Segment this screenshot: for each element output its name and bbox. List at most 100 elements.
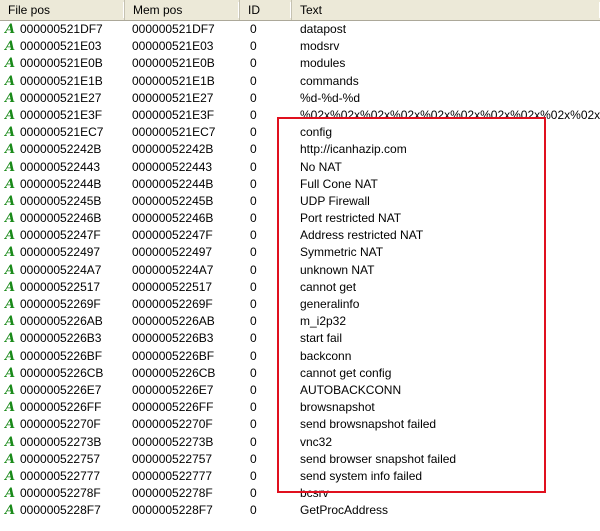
- mem-pos-cell: 0000005224A7: [132, 262, 214, 277]
- file-pos-cell: 000000521E03: [20, 39, 102, 54]
- file-pos-cell: 00000052273B: [20, 434, 102, 449]
- text-cell: %02x%02x%02x%02x%02x%02x%02x%02x%02x%02x: [300, 107, 600, 122]
- file-pos-cell: 00000052269F: [20, 297, 101, 311]
- text-cell: backconn: [300, 348, 352, 363]
- text-cell: No NAT: [300, 159, 342, 174]
- table-row[interactable]: A 0000005226B3 0000005226B3 0 start fail: [0, 330, 600, 347]
- file-pos-cell: 000000521EC7: [20, 125, 104, 140]
- file-pos-cell: 0000005226E7: [20, 382, 102, 397]
- table-row[interactable]: A 000000522443 000000522443 0 No NAT: [0, 159, 600, 176]
- id-cell: 0: [250, 90, 257, 105]
- table-row[interactable]: A 00000052242B 00000052242B 0 http://icanhaz…: [0, 141, 600, 158]
- table-row[interactable]: A 00000052273B 00000052273B 0 vnc32: [0, 434, 600, 451]
- table-row[interactable]: A 000000521EC7 000000521EC7 0 config: [0, 124, 600, 141]
- id-cell: 0: [250, 451, 257, 466]
- mem-pos-cell: 000000521DF7: [132, 22, 215, 36]
- text-cell: config: [300, 125, 333, 140]
- string-type-icon: A: [5, 400, 16, 416]
- id-cell: 0: [250, 125, 257, 140]
- text-cell: http://icanhazip.com: [300, 142, 407, 157]
- table-row[interactable]: A 0000005226FF 0000005226FF 0 browsnapshot: [0, 399, 600, 416]
- table-row[interactable]: A 0000005228F7 0000005228F7 0 GetProcAddress: [0, 502, 600, 519]
- string-type-icon: A: [5, 503, 16, 519]
- table-row[interactable]: A 000000521E3F 000000521E3F 0 %02x%02x%02x%0…: [0, 107, 600, 124]
- text-cell: AUTOBACKCONN: [300, 382, 402, 397]
- table-row[interactable]: A 000000521E27 000000521E27 0 %d-%d-%d: [0, 90, 600, 107]
- table-row[interactable]: A 000000522497 000000522497 0 Symmetric NAT: [0, 244, 600, 261]
- table-row[interactable]: A 00000052270F 00000052270F 0 send browsnaps…: [0, 416, 600, 433]
- mem-pos-cell: 0000005226FF: [132, 400, 214, 415]
- string-type-icon: A: [5, 211, 16, 227]
- id-cell: 0: [250, 434, 257, 449]
- mem-pos-cell: 00000052270F: [132, 417, 213, 432]
- string-type-icon: A: [5, 262, 16, 278]
- table-row[interactable]: A 000000522757 000000522757 0 send browser s…: [0, 451, 600, 468]
- column-header-text[interactable]: Text: [292, 0, 600, 20]
- file-pos-cell: 000000522757: [20, 451, 101, 466]
- mem-pos-cell: 00000052273B: [132, 434, 214, 449]
- id-cell: 0: [250, 176, 257, 191]
- file-pos-cell: 000000521E1B: [20, 73, 103, 88]
- table-row[interactable]: A 00000052246B 00000052246B 0 Port restricte…: [0, 210, 600, 227]
- id-cell: 0: [250, 73, 257, 88]
- mem-pos-cell: 000000522757: [132, 451, 213, 466]
- text-cell: Port restricted NAT: [300, 211, 402, 226]
- text-cell: Symmetric NAT: [300, 245, 384, 260]
- mem-pos-cell: 00000052247F: [132, 228, 213, 243]
- table-row[interactable]: A 0000005226E7 0000005226E7 0 AUTOBACKCONN: [0, 382, 600, 399]
- id-cell: 0: [250, 142, 257, 157]
- file-pos-cell: 0000005226FF: [20, 400, 102, 415]
- text-cell: modsrv: [300, 39, 340, 54]
- id-cell: 0: [250, 56, 257, 71]
- id-cell: 0: [250, 486, 257, 501]
- id-cell: 0: [250, 314, 257, 329]
- table-row[interactable]: A 00000052245B 00000052245B 0 UDP Firewall: [0, 193, 600, 210]
- file-pos-cell: 000000521E0B: [20, 56, 103, 71]
- text-cell: m_i2p32: [300, 314, 347, 329]
- mem-pos-cell: 00000052246B: [132, 211, 214, 226]
- table-row[interactable]: A 00000052278F 00000052278F 0 bcsrv: [0, 485, 600, 502]
- mem-pos-cell: 000000521EC7: [132, 125, 216, 140]
- file-pos-cell: 0000005226BF: [20, 348, 103, 363]
- string-type-icon: A: [5, 245, 16, 261]
- column-header-mem-pos[interactable]: Mem pos: [125, 0, 240, 20]
- mem-pos-cell: 0000005226B3: [132, 331, 214, 346]
- string-type-icon: A: [5, 417, 16, 433]
- file-pos-cell: 00000052242B: [20, 142, 102, 157]
- table-row[interactable]: A 000000521E0B 000000521E0B 0 modules: [0, 55, 600, 72]
- text-cell: datapost: [300, 22, 347, 36]
- table-row[interactable]: A 000000521DF7 000000521DF7 0 datapost: [0, 21, 600, 38]
- file-pos-cell: 000000522443: [20, 159, 101, 174]
- table-row[interactable]: A 00000052269F 00000052269F 0 generalinfo: [0, 296, 600, 313]
- column-header-id[interactable]: ID: [240, 0, 292, 20]
- mem-pos-cell: 00000052245B: [132, 193, 214, 208]
- id-cell: 0: [250, 331, 257, 346]
- string-type-icon: A: [5, 39, 16, 55]
- table-row[interactable]: A 000000522517 000000522517 0 cannot get: [0, 279, 600, 296]
- table-row[interactable]: A 000000521E1B 000000521E1B 0 commands: [0, 73, 600, 90]
- text-cell: commands: [300, 73, 359, 88]
- column-header-file-pos[interactable]: File pos: [0, 0, 125, 20]
- id-cell: 0: [250, 159, 257, 174]
- table-row[interactable]: A 000000521E03 000000521E03 0 modsrv: [0, 38, 600, 55]
- text-cell: send system info failed: [300, 468, 423, 483]
- string-type-icon: A: [5, 279, 16, 295]
- table-row[interactable]: A 00000052247F 00000052247F 0 Address restri…: [0, 227, 600, 244]
- file-pos-cell: 000000522517: [20, 279, 101, 294]
- text-cell: generalinfo: [300, 297, 360, 311]
- string-type-icon: A: [5, 176, 16, 192]
- strings-table: File pos Mem pos ID Text A 000000521DF7 00…: [0, 0, 600, 531]
- table-row[interactable]: A 000000522777 000000522777 0 send system in…: [0, 468, 600, 485]
- table-row[interactable]: A 0000005226CB 0000005226CB 0 cannot get con…: [0, 365, 600, 382]
- text-cell: Full Cone NAT: [300, 176, 378, 191]
- string-type-icon: A: [5, 348, 16, 364]
- text-cell: Address restricted NAT: [300, 228, 424, 243]
- file-pos-cell: 00000052247F: [20, 228, 101, 243]
- table-row[interactable]: A 00000052244B 00000052244B 0 Full Cone NAT: [0, 176, 600, 193]
- id-cell: 0: [250, 297, 257, 311]
- mem-pos-cell: 000000521E0B: [132, 56, 215, 71]
- table-row[interactable]: A 0000005226BF 0000005226BF 0 backconn: [0, 348, 600, 365]
- table-row[interactable]: A 0000005224A7 0000005224A7 0 unknown NAT: [0, 262, 600, 279]
- id-cell: 0: [250, 468, 257, 483]
- table-row[interactable]: A 0000005226AB 0000005226AB 0 m_i2p32: [0, 313, 600, 330]
